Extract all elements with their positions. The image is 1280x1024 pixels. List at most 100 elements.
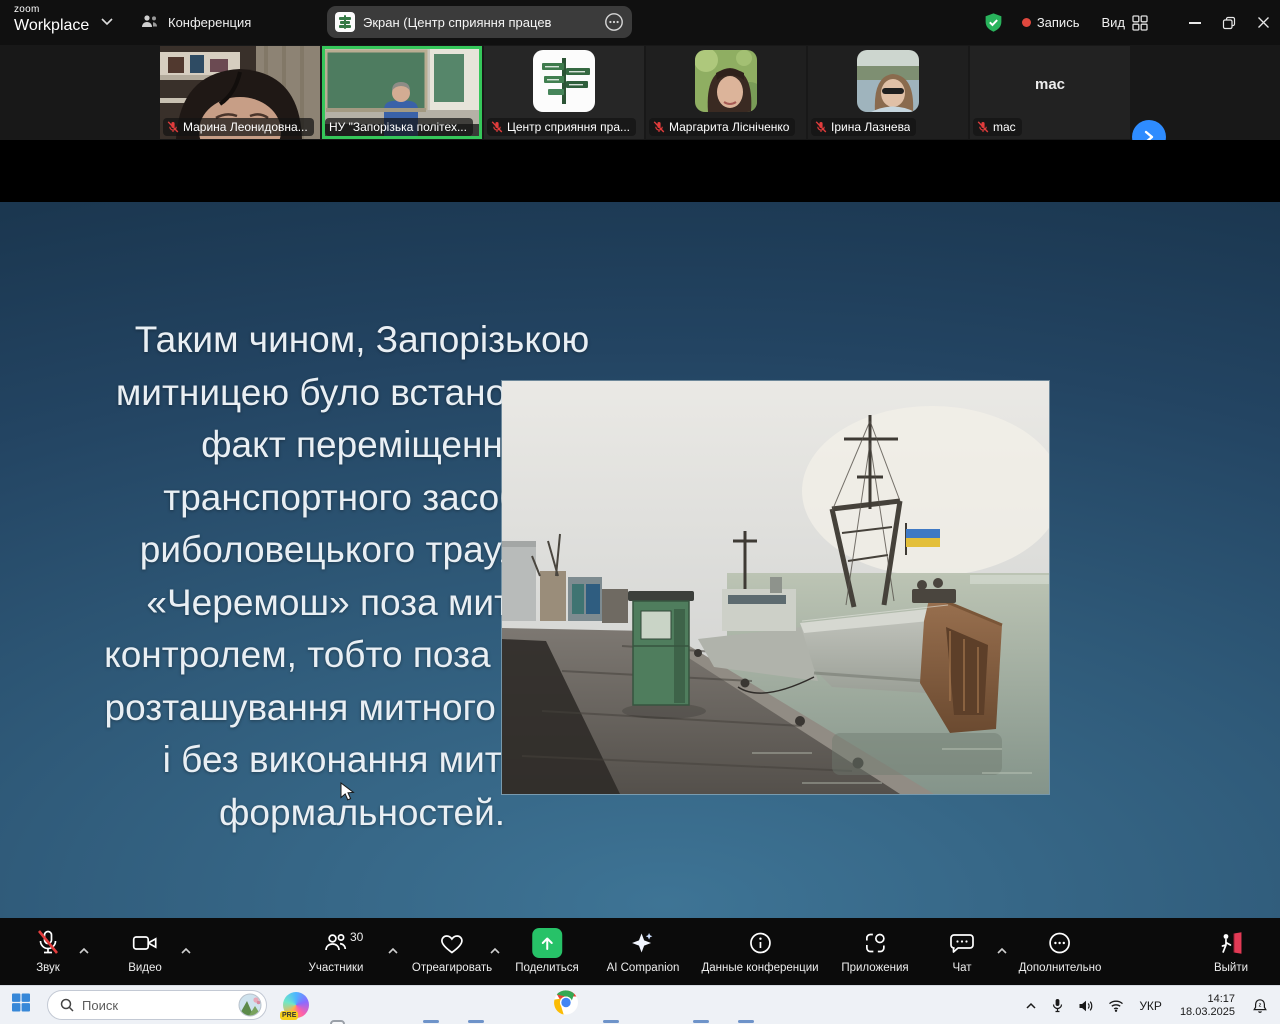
audio-button[interactable]: Звук	[35, 928, 61, 974]
ai-companion-button[interactable]: AI Companion	[607, 928, 680, 974]
chrome-icon[interactable]	[553, 990, 579, 1021]
participant-tile-center[interactable]: Центр сприяння пра...	[484, 46, 644, 139]
notification-bell-icon[interactable]: z	[1252, 998, 1268, 1014]
window-title-bar: zoom Workplace Конференция Экран (Центр …	[0, 0, 1280, 45]
chat-options-chevron[interactable]	[996, 942, 1008, 960]
ai-sparkle-icon	[630, 930, 656, 956]
tray-wifi-icon[interactable]	[1108, 999, 1124, 1012]
recording-indicator[interactable]: Запись	[1022, 15, 1080, 30]
tray-mic-icon[interactable]	[1051, 998, 1064, 1013]
muted-mic-icon	[167, 121, 179, 133]
record-label: Запись	[1037, 15, 1080, 30]
share-letterbox	[0, 140, 1280, 202]
leave-meeting-icon	[1218, 930, 1244, 956]
people-icon	[140, 13, 160, 31]
video-strip: Марина Леонидовна... НУ "Запорізька полі…	[0, 45, 1280, 140]
windows-taskbar: Поиск PRE W G zm	[0, 985, 1280, 1024]
muted-mic-icon	[815, 121, 827, 133]
meeting-info-button[interactable]: Данные конференции	[701, 928, 818, 974]
more-button[interactable]: Дополнительно	[1019, 928, 1102, 974]
audio-options-chevron[interactable]	[78, 942, 90, 960]
muted-mic-icon	[977, 121, 989, 133]
participant-name: Маргарита Лісніченко	[669, 120, 789, 134]
zoom-workplace-logo: zoom Workplace	[14, 5, 89, 34]
participants-button[interactable]: 30 Участники	[309, 928, 364, 974]
participant-name-badge: Ірина Лазнева	[811, 118, 916, 136]
participant-name-badge: mac	[973, 118, 1022, 136]
apps-button[interactable]: Приложения	[841, 928, 908, 974]
chat-button[interactable]: Чат	[948, 928, 976, 974]
minimize-icon	[1189, 22, 1201, 24]
running-indicator-zoom	[693, 1020, 709, 1023]
windows-logo-icon	[11, 993, 31, 1013]
restore-button[interactable]	[1212, 0, 1246, 45]
meeting-toolbar: Звук Видео 30 Участники Отреагировать По…	[0, 918, 1280, 985]
video-options-chevron[interactable]	[180, 942, 192, 960]
trawler-photo	[501, 380, 1050, 795]
shared-slide: Таким чином, Запорізькою митницею було в…	[0, 202, 1280, 918]
heart-icon	[438, 930, 466, 956]
language-indicator[interactable]: УКР	[1139, 999, 1162, 1013]
running-indicator-firefox	[468, 1020, 484, 1023]
mic-muted-icon	[35, 929, 61, 957]
reactions-options-chevron[interactable]	[489, 942, 501, 960]
muted-mic-icon	[653, 121, 665, 133]
tray-chevron-up-icon[interactable]	[1025, 1002, 1037, 1010]
video-button[interactable]: Видео	[128, 928, 162, 974]
participant-name-badge: Марина Леонидовна...	[163, 118, 314, 136]
clock[interactable]: 14:17 18.03.2025	[1180, 993, 1235, 1019]
share-screen-button[interactable]: Поделиться	[515, 928, 579, 974]
running-indicator-explorer	[423, 1020, 439, 1023]
share-tab-more-icon[interactable]	[604, 12, 624, 32]
system-tray: УКР 14:17 18.03.2025 z	[1018, 986, 1280, 1024]
running-indicator-word	[603, 1020, 619, 1023]
start-button[interactable]	[11, 993, 31, 1018]
share-source-icon	[335, 12, 355, 32]
participant-tile-margaryta[interactable]: Маргарита Лісніченко	[646, 46, 806, 139]
brand-chevron-down-icon[interactable]	[100, 16, 114, 26]
tray-date: 18.03.2025	[1180, 1006, 1235, 1019]
tray-time: 14:17	[1180, 993, 1235, 1006]
participant-tile-iryna[interactable]: Ірина Лазнева	[808, 46, 968, 139]
participant-display-name: mac	[970, 76, 1130, 93]
camera-icon	[131, 930, 159, 956]
view-grid-icon	[1132, 15, 1148, 31]
participant-name-badge: Центр сприяння пра...	[487, 118, 636, 136]
reactions-button[interactable]: Отреагировать	[412, 928, 492, 974]
zoom-workplace-window: zoom Workplace Конференция Экран (Центр …	[0, 0, 1280, 1024]
close-button[interactable]	[1246, 0, 1280, 45]
participant-name: Центр сприяння пра...	[507, 120, 630, 134]
tab-meeting-label: Конференция	[168, 15, 251, 30]
participant-tile-marina[interactable]: Марина Леонидовна...	[160, 46, 320, 139]
search-daily-image[interactable]	[238, 993, 262, 1017]
taskbar-search[interactable]: Поиск	[47, 990, 267, 1020]
view-button[interactable]: Вид	[1101, 15, 1148, 31]
tray-speaker-icon[interactable]	[1078, 999, 1094, 1013]
participant-name: mac	[993, 120, 1016, 134]
leave-button[interactable]: Выйти	[1214, 928, 1248, 974]
participant-name-badge: Маргарита Лісніченко	[649, 118, 795, 136]
security-shield-icon[interactable]	[983, 11, 1004, 34]
minimize-button[interactable]	[1178, 0, 1212, 45]
search-placeholder: Поиск	[82, 998, 230, 1013]
svg-text:z: z	[1259, 1002, 1262, 1008]
trawler-photo-image	[502, 381, 1049, 794]
more-ellipsis-icon	[1047, 930, 1073, 956]
task-view-icon[interactable]	[328, 1018, 354, 1024]
tab-screen-share[interactable]: Экран (Центр сприяння працев	[327, 6, 632, 38]
running-indicator-viber	[738, 1020, 754, 1023]
info-icon	[747, 930, 773, 956]
view-label: Вид	[1101, 15, 1125, 30]
copilot-pre-badge: PRE	[280, 1011, 298, 1020]
brand-zoom: zoom	[14, 5, 89, 15]
participants-options-chevron[interactable]	[387, 942, 399, 960]
tab-meeting[interactable]: Конференция	[132, 8, 259, 36]
participant-tile-mac[interactable]: mac mac	[970, 46, 1130, 139]
participant-tile-speaker[interactable]: НУ "Запорізька політех...	[322, 46, 482, 139]
restore-icon	[1222, 16, 1236, 30]
share-screen-icon	[532, 928, 562, 958]
copilot-icon[interactable]: PRE	[283, 992, 309, 1018]
brand-workplace: Workplace	[14, 18, 89, 34]
close-icon	[1257, 16, 1270, 29]
mouse-cursor	[340, 782, 357, 802]
